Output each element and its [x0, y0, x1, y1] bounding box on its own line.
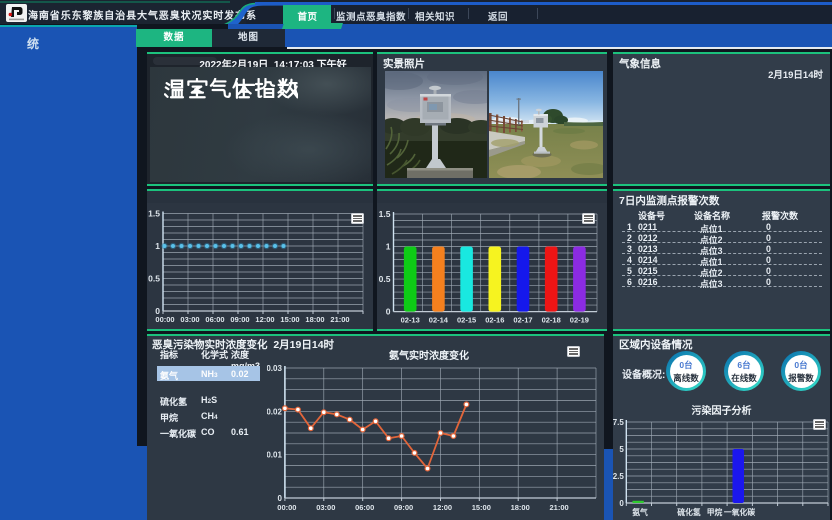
svg-text:15:00: 15:00 — [472, 503, 491, 512]
svg-text:1.5: 1.5 — [379, 209, 391, 219]
svg-text:02-17: 02-17 — [513, 316, 532, 325]
svg-text:硫化氢: 硫化氢 — [677, 507, 701, 517]
svg-text:21:00: 21:00 — [550, 503, 569, 512]
svg-text:18:00: 18:00 — [305, 315, 324, 324]
svg-text:02-14: 02-14 — [429, 316, 449, 325]
svg-text:12:00: 12:00 — [255, 315, 274, 324]
svg-text:02-19: 02-19 — [570, 316, 589, 325]
svg-text:06:00: 06:00 — [355, 503, 374, 512]
svg-text:0.01: 0.01 — [267, 451, 282, 460]
svg-text:02-16: 02-16 — [485, 316, 504, 325]
svg-text:12:00: 12:00 — [433, 503, 452, 512]
svg-text:甲烷: 甲烷 — [707, 507, 723, 517]
svg-text:18:00: 18:00 — [511, 503, 530, 512]
svg-text:00:00: 00:00 — [155, 315, 174, 324]
svg-text:03:00: 03:00 — [180, 315, 199, 324]
svg-text:02-15: 02-15 — [457, 316, 476, 325]
svg-text:1: 1 — [386, 242, 391, 252]
svg-text:2.5: 2.5 — [613, 472, 624, 481]
svg-text:一氧化碳: 一氧化碳 — [724, 507, 755, 517]
svg-text:0.03: 0.03 — [267, 364, 282, 373]
svg-text:1: 1 — [155, 241, 160, 251]
svg-text:1.5: 1.5 — [148, 209, 160, 219]
svg-text:0.5: 0.5 — [148, 274, 160, 284]
svg-text:0: 0 — [386, 307, 391, 317]
svg-text:03:00: 03:00 — [316, 503, 335, 512]
svg-text:15:00: 15:00 — [280, 315, 299, 324]
svg-text:06:00: 06:00 — [205, 315, 224, 324]
svg-text:02-13: 02-13 — [401, 316, 420, 325]
svg-text:7.5: 7.5 — [613, 418, 624, 427]
svg-text:0.5: 0.5 — [379, 274, 391, 284]
svg-text:0: 0 — [277, 494, 282, 503]
svg-text:09:00: 09:00 — [394, 503, 413, 512]
svg-text:21:00: 21:00 — [330, 315, 349, 324]
svg-text:0: 0 — [619, 499, 624, 508]
svg-text:02-18: 02-18 — [542, 316, 561, 325]
svg-text:氨气: 氨气 — [632, 507, 648, 517]
svg-text:00:00: 00:00 — [277, 503, 296, 512]
svg-text:0.02: 0.02 — [267, 407, 282, 416]
svg-text:5: 5 — [619, 445, 624, 454]
svg-text:09:00: 09:00 — [230, 315, 249, 324]
